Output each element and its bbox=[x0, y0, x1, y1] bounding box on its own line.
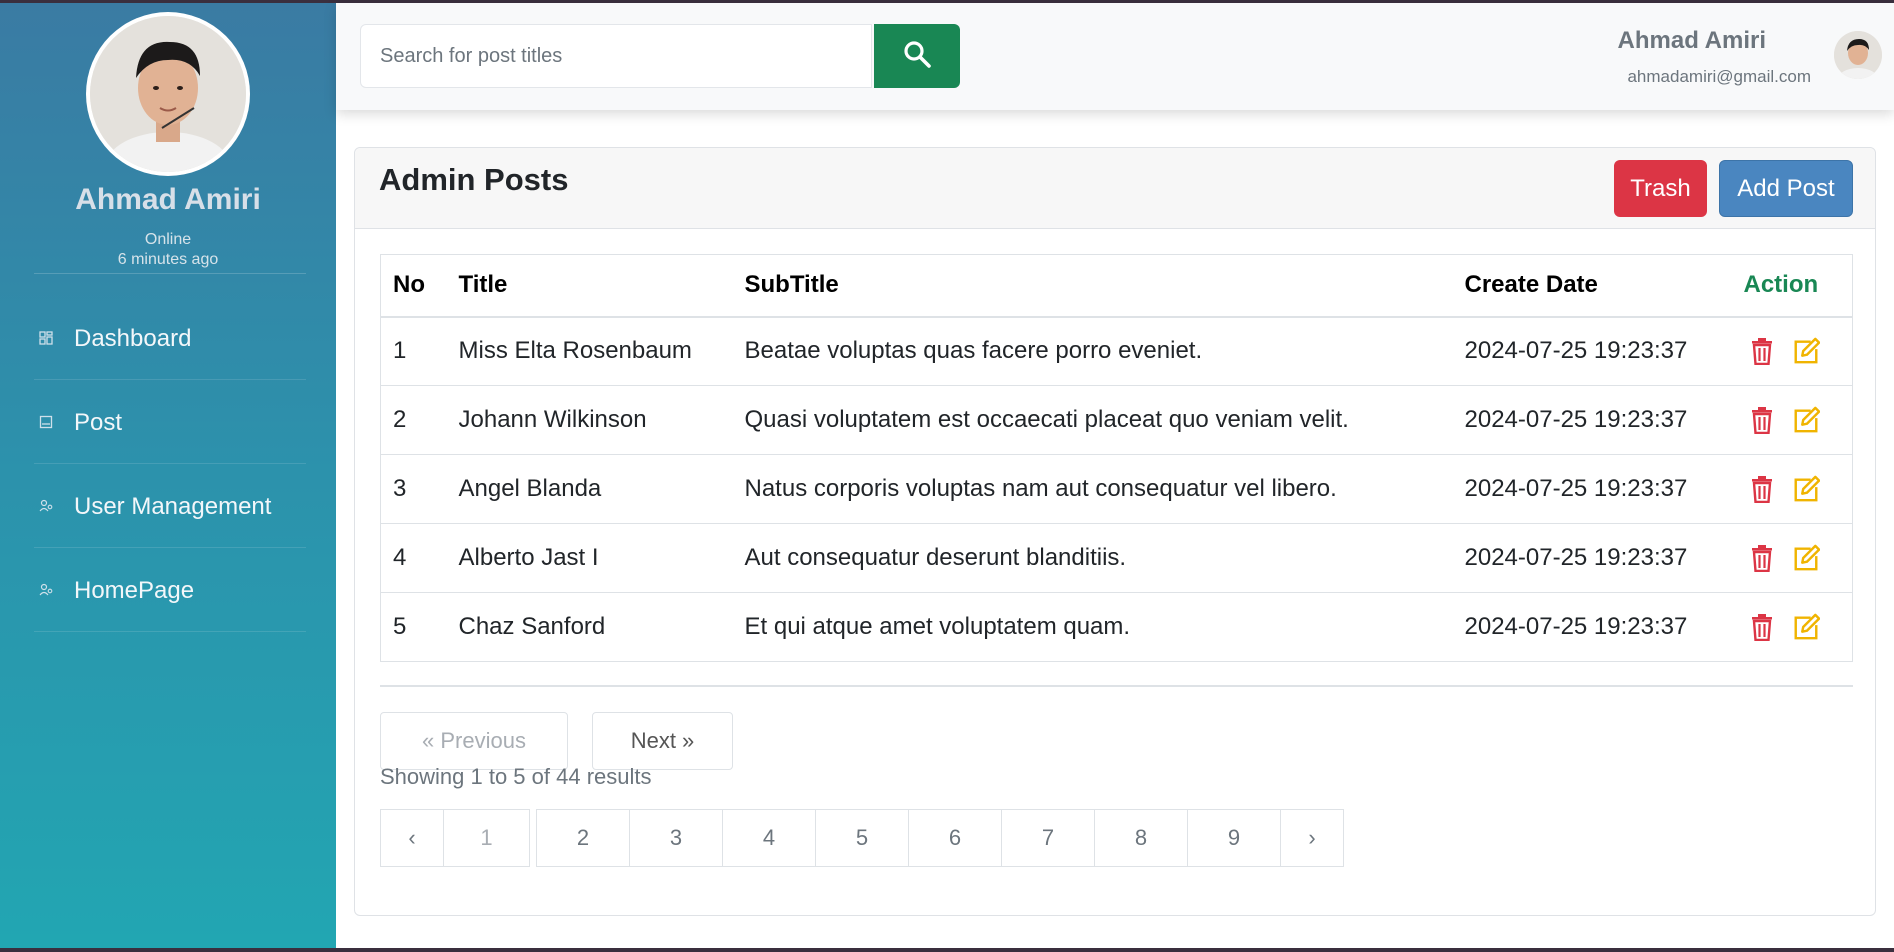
page-title: Admin Posts bbox=[379, 162, 569, 197]
edit-icon[interactable] bbox=[1792, 542, 1820, 574]
home-users-icon bbox=[38, 583, 54, 599]
cell-date: 2024-07-25 19:23:37 bbox=[1452, 316, 1732, 386]
table-row: 5 Chaz Sanford Et qui atque amet volupta… bbox=[380, 592, 1853, 662]
cell-actions bbox=[1731, 523, 1853, 593]
table-row: 4 Alberto Jast I Aut consequatur deserun… bbox=[380, 523, 1853, 593]
cell-subtitle: Quasi voluptatem est occaecati placeat q… bbox=[732, 385, 1453, 455]
search-input[interactable] bbox=[360, 24, 872, 88]
cell-date: 2024-07-25 19:23:37 bbox=[1452, 454, 1732, 524]
col-no: No bbox=[380, 254, 447, 318]
col-title: Title bbox=[446, 254, 733, 318]
card-header: Admin Posts Trash Add Post bbox=[355, 148, 1875, 229]
col-action: Action bbox=[1731, 254, 1853, 318]
last-seen: 6 minutes ago bbox=[117, 251, 219, 268]
table-row: 2 Johann Wilkinson Quasi voluptatem est … bbox=[380, 385, 1853, 455]
posts-card: Admin Posts Trash Add Post No Title SubT… bbox=[354, 147, 1876, 916]
divider bbox=[34, 463, 306, 464]
page-prev-arrow[interactable]: ‹ bbox=[380, 809, 444, 867]
cell-date: 2024-07-25 19:23:37 bbox=[1452, 592, 1732, 662]
page-link[interactable]: 2 bbox=[536, 809, 630, 867]
cell-title: Angel Blanda bbox=[446, 454, 733, 524]
dashboard-icon bbox=[38, 331, 54, 347]
cell-no: 1 bbox=[380, 316, 447, 386]
divider bbox=[34, 631, 306, 632]
cell-date: 2024-07-25 19:23:37 bbox=[1452, 385, 1732, 455]
edit-icon[interactable] bbox=[1792, 473, 1820, 505]
avatar-photo bbox=[90, 16, 246, 172]
previous-button[interactable]: « Previous bbox=[380, 712, 568, 770]
cell-no: 2 bbox=[380, 385, 447, 455]
cell-title: Chaz Sanford bbox=[446, 592, 733, 662]
table-row: 3 Angel Blanda Natus corporis voluptas n… bbox=[380, 454, 1853, 524]
page-link-current: 1 bbox=[443, 809, 530, 867]
delete-icon[interactable] bbox=[1748, 335, 1776, 367]
cell-actions bbox=[1731, 316, 1853, 386]
cell-date: 2024-07-25 19:23:37 bbox=[1452, 523, 1732, 593]
page-link[interactable]: 3 bbox=[629, 809, 723, 867]
cell-actions bbox=[1731, 385, 1853, 455]
divider bbox=[34, 379, 306, 380]
next-button[interactable]: Next » bbox=[592, 712, 733, 770]
divider bbox=[380, 685, 1853, 687]
add-post-button[interactable]: Add Post bbox=[1719, 160, 1853, 217]
sidebar-item-label: Post bbox=[74, 409, 123, 436]
edit-icon[interactable] bbox=[1792, 335, 1820, 367]
search-button[interactable] bbox=[874, 24, 960, 88]
divider bbox=[34, 547, 306, 548]
results-summary: Showing 1 to 5 of 44 results bbox=[380, 764, 652, 789]
edit-icon[interactable] bbox=[1792, 611, 1820, 643]
page-link[interactable]: 4 bbox=[722, 809, 816, 867]
cell-no: 4 bbox=[380, 523, 447, 593]
online-status: Online bbox=[144, 231, 192, 248]
delete-icon[interactable] bbox=[1748, 404, 1776, 436]
table-header-row: No Title SubTitle Create Date Action bbox=[380, 254, 1853, 318]
post-icon bbox=[38, 415, 54, 431]
cell-actions bbox=[1731, 592, 1853, 662]
cell-subtitle: Aut consequatur deserunt blanditiis. bbox=[732, 523, 1453, 593]
cell-title: Miss Elta Rosenbaum bbox=[446, 316, 733, 386]
sidebar-item-label: HomePage bbox=[74, 577, 195, 604]
cell-title: Johann Wilkinson bbox=[446, 385, 733, 455]
table-row: 1 Miss Elta Rosenbaum Beatae voluptas qu… bbox=[380, 316, 1853, 386]
pagination: ‹ 1 2 3 4 5 6 7 8 9 › bbox=[380, 809, 1344, 867]
page-link[interactable]: 6 bbox=[908, 809, 1002, 867]
cell-no: 5 bbox=[380, 592, 447, 662]
cell-subtitle: Natus corporis voluptas nam aut consequa… bbox=[732, 454, 1453, 524]
col-create-date: Create Date bbox=[1452, 254, 1732, 318]
cell-subtitle: Beatae voluptas quas facere porro evenie… bbox=[732, 316, 1453, 386]
page-link[interactable]: 9 bbox=[1187, 809, 1281, 867]
cell-subtitle: Et qui atque amet voluptatem quam. bbox=[732, 592, 1453, 662]
sidebar-item-label: User Management bbox=[74, 493, 272, 520]
sidebar-item-label: Dashboard bbox=[74, 325, 192, 352]
page-link[interactable]: 7 bbox=[1001, 809, 1095, 867]
edit-icon[interactable] bbox=[1792, 404, 1820, 436]
avatar[interactable] bbox=[1834, 31, 1882, 79]
sidebar: Ahmad Amiri Online 6 minutes ago Dashboa… bbox=[0, 3, 336, 948]
cell-actions bbox=[1731, 454, 1853, 524]
page-next-arrow[interactable]: › bbox=[1280, 809, 1344, 867]
sidebar-item-homepage[interactable]: HomePage bbox=[0, 566, 336, 616]
delete-icon[interactable] bbox=[1748, 611, 1776, 643]
header-user-name: Ahmad Amiri bbox=[1617, 27, 1766, 54]
delete-icon[interactable] bbox=[1748, 473, 1776, 505]
sidebar-item-dashboard[interactable]: Dashboard bbox=[0, 314, 336, 364]
sidebar-avatar[interactable] bbox=[86, 12, 250, 176]
sidebar-user-name: Ahmad Amiri bbox=[75, 183, 261, 216]
sidebar-item-post[interactable]: Post bbox=[0, 398, 336, 448]
page-link[interactable]: 5 bbox=[815, 809, 909, 867]
sidebar-item-user-management[interactable]: User Management bbox=[0, 482, 336, 532]
page-link[interactable]: 8 bbox=[1094, 809, 1188, 867]
cell-title: Alberto Jast I bbox=[446, 523, 733, 593]
trash-button[interactable]: Trash bbox=[1614, 160, 1707, 217]
cell-no: 3 bbox=[380, 454, 447, 524]
posts-table: No Title SubTitle Create Date Action 1 M… bbox=[380, 254, 1853, 662]
col-subtitle: SubTitle bbox=[732, 254, 1453, 318]
divider bbox=[34, 273, 306, 274]
topbar: Ahmad Amiri ahmadamiri@gmail.com bbox=[336, 3, 1894, 110]
header-user-email: ahmadamiri@gmail.com bbox=[1627, 67, 1811, 86]
search-icon bbox=[902, 39, 932, 74]
users-icon bbox=[38, 499, 54, 515]
delete-icon[interactable] bbox=[1748, 542, 1776, 574]
